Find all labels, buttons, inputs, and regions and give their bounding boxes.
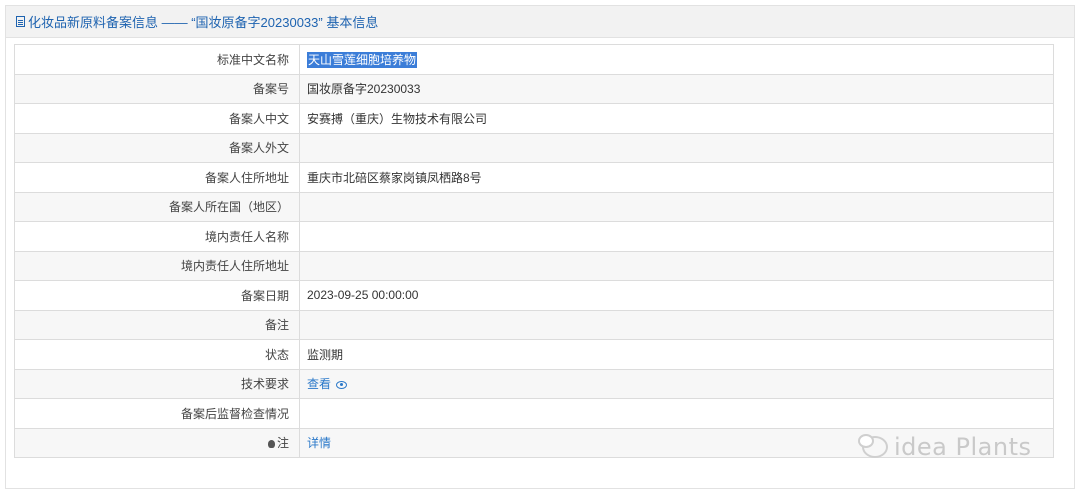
- row-value: [299, 221, 1054, 252]
- document-icon: [16, 16, 25, 27]
- table-row: 状态 监测期: [14, 339, 1054, 370]
- details-link[interactable]: 详情: [307, 436, 331, 450]
- table-row: 备案日期 2023-09-25 00:00:00: [14, 280, 1054, 311]
- panel-header: 化妆品新原料备案信息 —— “国妆原备字20230033” 基本信息: [6, 6, 1074, 38]
- table-row: 备注: [14, 309, 1054, 340]
- table-row: 境内责任人住所地址: [14, 250, 1054, 281]
- table-row: 备案人中文 安赛搏（重庆）生物技术有限公司: [14, 103, 1054, 134]
- row-value: 查看: [299, 368, 1054, 399]
- row-value: 监测期: [299, 339, 1054, 370]
- row-label: 备案人所在国（地区）: [14, 191, 300, 222]
- row-value: [299, 132, 1054, 163]
- note-label: 注: [276, 436, 289, 451]
- lightbulb-icon: [267, 440, 275, 449]
- row-label: 标准中文名称: [14, 44, 300, 75]
- row-label: 备案人中文: [14, 103, 300, 134]
- row-value: 天山雪莲细胞培养物: [299, 44, 1054, 75]
- row-value: [299, 309, 1054, 340]
- row-label: 备案人住所地址: [14, 162, 300, 193]
- selected-text[interactable]: 天山雪莲细胞培养物: [307, 51, 418, 68]
- panel-title: 化妆品新原料备案信息 —— “国妆原备字20230033” 基本信息: [28, 15, 379, 30]
- row-label-note: 注: [14, 427, 300, 458]
- watermark: idea Plants: [858, 433, 1032, 461]
- table-row: 境内责任人名称: [14, 221, 1054, 252]
- row-value: [299, 398, 1054, 429]
- view-link[interactable]: 查看: [307, 377, 331, 391]
- wechat-icon: [858, 434, 888, 458]
- row-label: 状态: [14, 339, 300, 370]
- table-row: 技术要求 查看: [14, 368, 1054, 399]
- table-row: 标准中文名称 天山雪莲细胞培养物: [14, 44, 1054, 75]
- row-label: 技术要求: [14, 368, 300, 399]
- row-label: 备案人外文: [14, 132, 300, 163]
- table-row: 备案号 国妆原备字20230033: [14, 73, 1054, 104]
- row-value: 2023-09-25 00:00:00: [299, 280, 1054, 311]
- row-value: 国妆原备字20230033: [299, 73, 1054, 104]
- row-label: 备注: [14, 309, 300, 340]
- row-label: 备案号: [14, 73, 300, 104]
- row-label: 备案日期: [14, 280, 300, 311]
- row-value: [299, 191, 1054, 222]
- row-label: 境内责任人住所地址: [14, 250, 300, 281]
- table-row: 备案人住所地址 重庆市北碚区蔡家岗镇凤栖路8号: [14, 162, 1054, 193]
- table-row: 备案人所在国（地区）: [14, 191, 1054, 222]
- table-row: 备案人外文: [14, 132, 1054, 163]
- row-value: 安赛搏（重庆）生物技术有限公司: [299, 103, 1054, 134]
- row-value: 重庆市北碚区蔡家岗镇凤栖路8号: [299, 162, 1054, 193]
- row-label: 备案后监督检查情况: [14, 398, 300, 429]
- row-value: [299, 250, 1054, 281]
- row-label: 境内责任人名称: [14, 221, 300, 252]
- watermark-text: idea Plants: [894, 433, 1032, 461]
- info-table: 标准中文名称 天山雪莲细胞培养物 备案号 国妆原备字20230033 备案人中文…: [14, 44, 1054, 458]
- eye-icon[interactable]: [336, 381, 348, 390]
- table-row: 备案后监督检查情况: [14, 398, 1054, 429]
